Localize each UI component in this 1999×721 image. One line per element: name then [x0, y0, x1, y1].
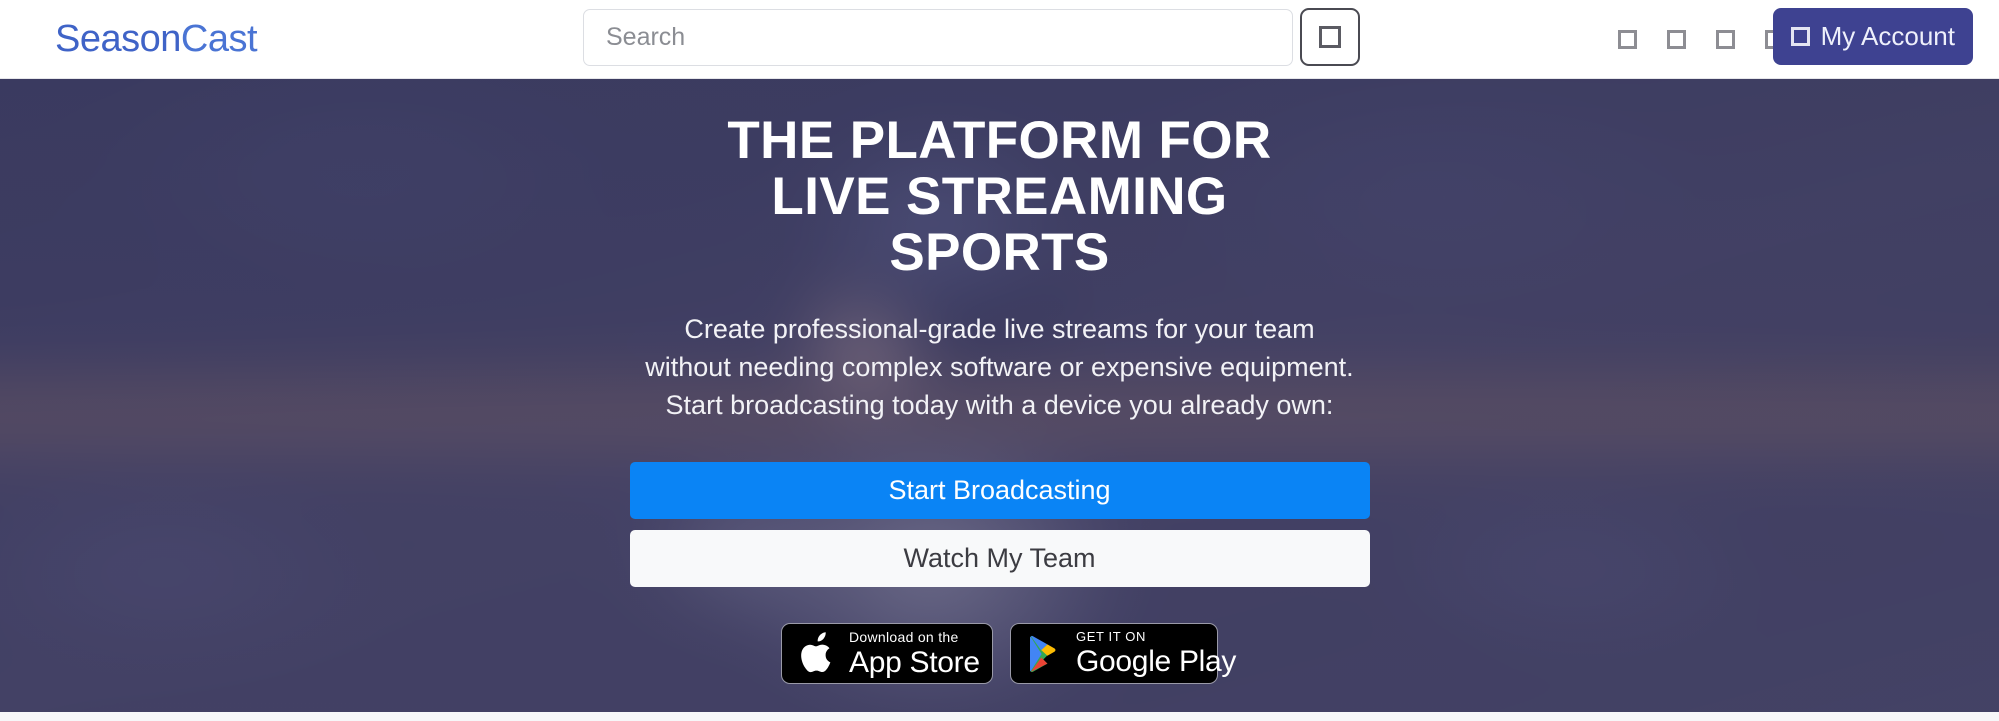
- header-nav-icons: [1614, 26, 1787, 52]
- hero-section: THE PLATFORM FOR LIVE STREAMING SPORTS C…: [0, 79, 1999, 712]
- start-broadcasting-button[interactable]: Start Broadcasting: [629, 462, 1370, 519]
- hero-headline: THE PLATFORM FOR LIVE STREAMING SPORTS: [727, 111, 1272, 282]
- apple-icon: [801, 631, 831, 672]
- brand-logo-part1: Season: [55, 18, 181, 60]
- hero-subtext: Create professional-grade live streams f…: [645, 314, 1354, 420]
- watch-my-team-button[interactable]: Watch My Team: [629, 530, 1370, 587]
- nav-icon-3-glyph: [1715, 29, 1735, 49]
- my-account-button[interactable]: My Account: [1772, 8, 1973, 65]
- nav-icon-2-glyph: [1666, 29, 1686, 49]
- site-header: SeasonCast My Account: [0, 0, 1999, 79]
- next-section-sliver: [0, 712, 1999, 721]
- store-badges: Download on the App Store GET IT ON Goog…: [781, 623, 1236, 684]
- google-play-badge-small: GET IT ON: [1076, 629, 1146, 644]
- google-play-badge-text: GET IT ON Google Play: [1076, 630, 1236, 677]
- nav-icon-1-glyph: [1617, 29, 1637, 49]
- brand-logo[interactable]: SeasonCast: [55, 18, 258, 60]
- app-store-badge[interactable]: Download on the App Store: [781, 623, 993, 684]
- app-store-badge-small: Download on the: [849, 628, 959, 645]
- hero-cta-group: Start Broadcasting Watch My Team: [629, 462, 1370, 587]
- brand-logo-part2: Cast: [180, 18, 258, 60]
- nav-icon-1[interactable]: [1614, 26, 1640, 52]
- hero-content: THE PLATFORM FOR LIVE STREAMING SPORTS C…: [0, 79, 1999, 712]
- app-store-badge-big: App Store: [849, 645, 980, 679]
- nav-icon-2[interactable]: [1663, 26, 1689, 52]
- user-icon: [1790, 27, 1810, 46]
- app-store-badge-text: Download on the App Store: [849, 630, 980, 678]
- google-play-badge[interactable]: GET IT ON Google Play: [1010, 623, 1236, 684]
- search-area: [583, 8, 1360, 66]
- google-play-icon: [1030, 635, 1056, 672]
- search-input[interactable]: [583, 8, 1293, 66]
- search-button[interactable]: [1300, 8, 1360, 66]
- page-root: SeasonCast My Account THE PLATFORM FOR L…: [0, 0, 1999, 721]
- google-play-badge-big: Google Play: [1076, 645, 1237, 678]
- nav-icon-3[interactable]: [1712, 26, 1738, 52]
- my-account-label: My Account: [1820, 21, 1955, 51]
- search-icon: [1319, 26, 1341, 48]
